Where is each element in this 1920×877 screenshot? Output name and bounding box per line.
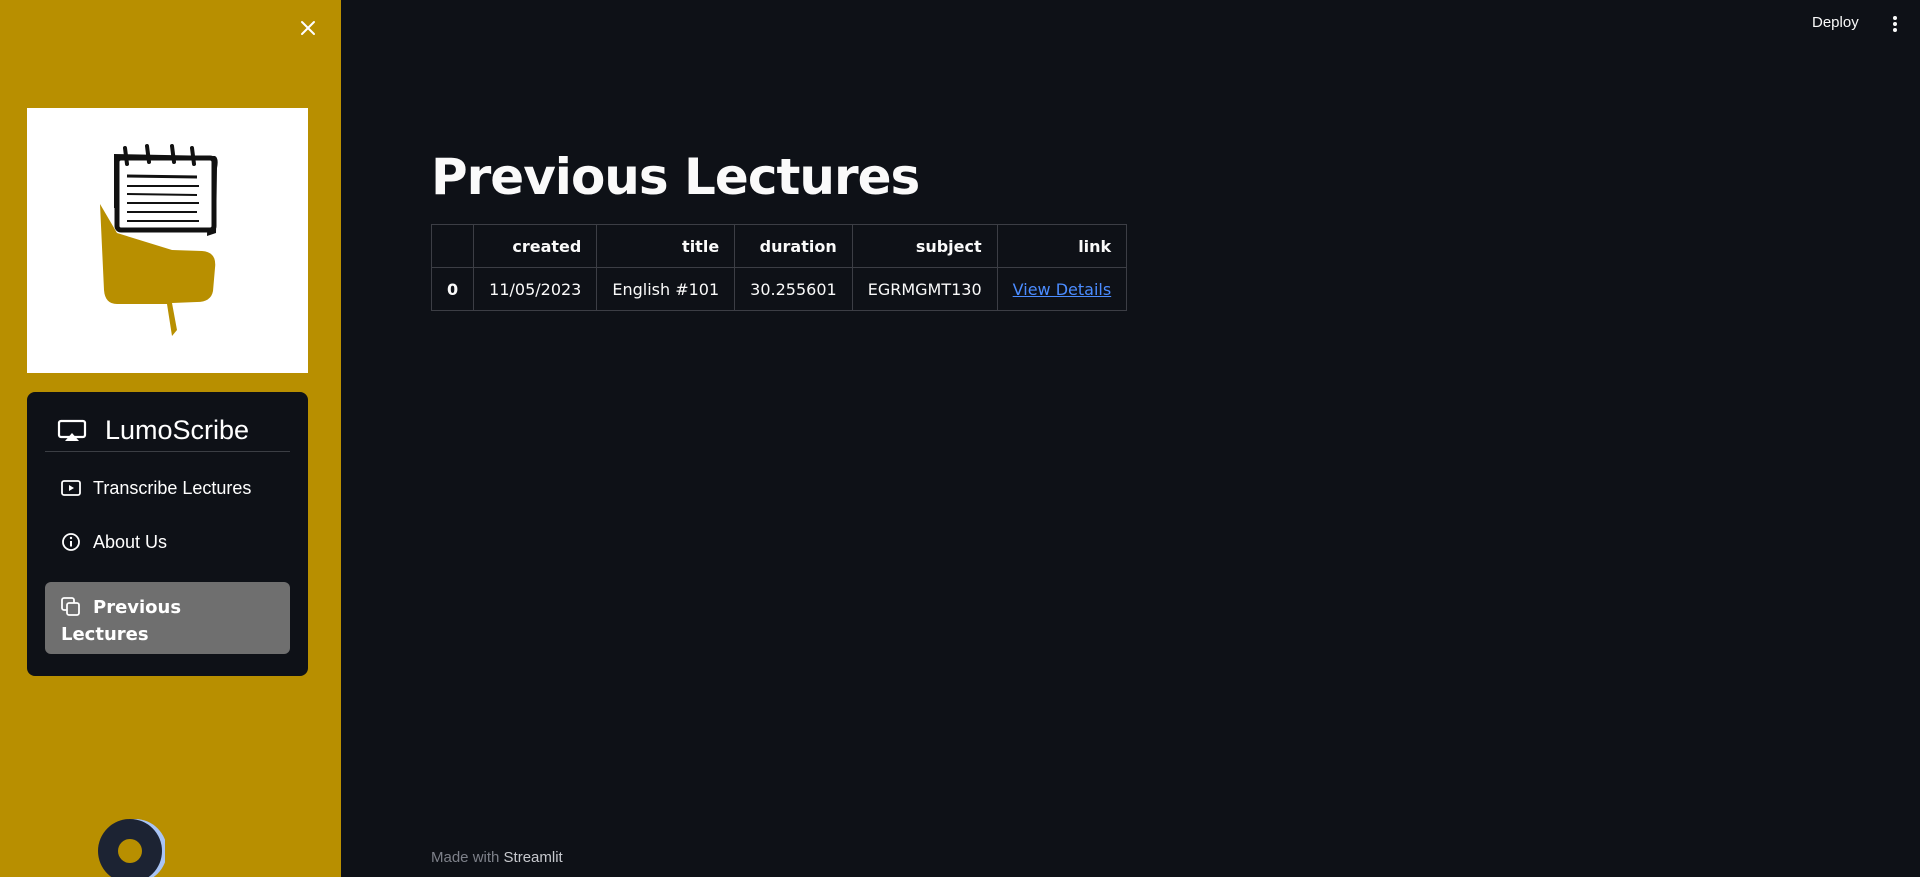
airplay-icon [57, 419, 87, 441]
app-logo [27, 108, 308, 373]
sidebar-item-about-us[interactable]: About Us [45, 526, 290, 558]
streamlit-link[interactable]: Streamlit [504, 849, 563, 866]
avatar[interactable] [95, 816, 165, 877]
sidebar-item-label: About Us [93, 531, 168, 552]
nav-card: LumoScribe Transcribe Lectures About Us … [27, 392, 308, 676]
app-name: LumoScribe [105, 415, 250, 445]
lectures-table: created title duration subject link 0 11… [430, 224, 1128, 311]
cell-link: View Details [996, 267, 1128, 311]
column-header[interactable]: duration [734, 224, 853, 268]
column-header[interactable]: subject [851, 224, 998, 268]
view-details-link[interactable]: View Details [1013, 280, 1112, 299]
cell-subject: EGRMGMT130 [851, 267, 998, 311]
sidebar-item-label: Transcribe Lectures [93, 477, 252, 498]
cell-title: English #101 [596, 267, 736, 311]
more-vertical-icon[interactable] [1888, 14, 1902, 34]
info-icon [62, 533, 80, 551]
play-box-icon [61, 480, 81, 496]
column-header[interactable]: created [473, 224, 598, 268]
row-index: 0 [430, 267, 475, 311]
cell-created: 11/05/2023 [473, 267, 598, 311]
column-header [430, 224, 475, 268]
sidebar-item-previous-lectures[interactable]: Previous Lectures [45, 582, 290, 654]
table-row: 0 11/05/2023 English #101 30.255601 EGRM… [430, 267, 1128, 311]
sidebar-item-transcribe-lectures[interactable]: Transcribe Lectures [45, 472, 290, 504]
close-icon[interactable] [296, 16, 320, 40]
column-header[interactable]: title [596, 224, 736, 268]
nav-header: LumoScribe [45, 410, 290, 452]
cell-duration: 30.255601 [734, 267, 853, 311]
footer-prefix: Made with [431, 849, 500, 866]
footer: Made with Streamlit [431, 849, 563, 866]
sidebar-item-label: Previous Lectures [61, 597, 182, 645]
table-header-row: created title duration subject link [430, 224, 1128, 268]
deploy-button[interactable]: Deploy [1808, 12, 1863, 33]
page-title: Previous Lectures [431, 148, 920, 206]
column-header[interactable]: link [996, 224, 1128, 268]
sidebar: LumoScribe Transcribe Lectures About Us … [0, 0, 341, 877]
